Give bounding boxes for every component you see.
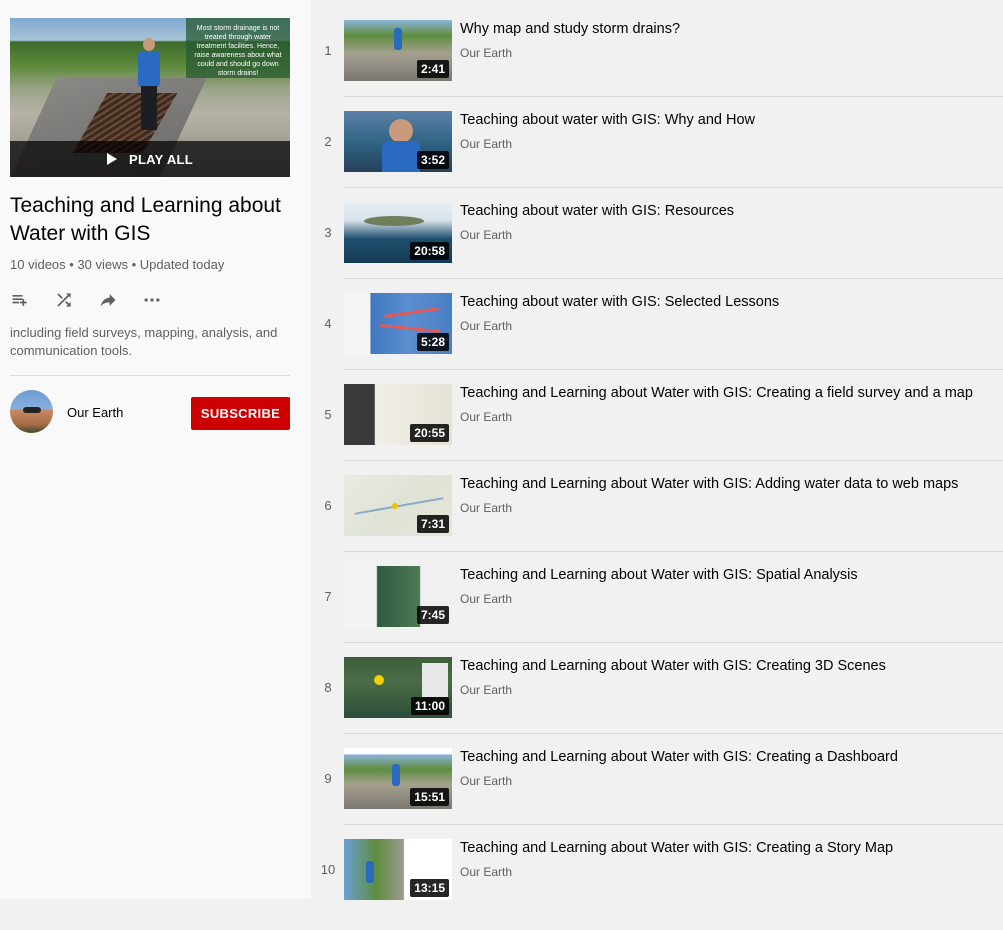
video-thumbnail[interactable]: 15:51 bbox=[344, 748, 452, 809]
duration-badge: 15:51 bbox=[410, 788, 449, 806]
video-row[interactable]: 1 2:41 Why map and study storm drains? O… bbox=[312, 20, 1003, 111]
play-all-button[interactable]: PLAY ALL bbox=[10, 141, 290, 177]
video-thumbnail[interactable]: 3:52 bbox=[344, 111, 452, 172]
video-thumbnail[interactable]: 2:41 bbox=[344, 20, 452, 81]
video-list: 1 2:41 Why map and study storm drains? O… bbox=[312, 0, 1003, 900]
more-actions-button[interactable] bbox=[142, 290, 186, 310]
playlist-sidebar: Most storm drainage is not treated throu… bbox=[0, 0, 311, 899]
video-thumbnail[interactable]: 7:31 bbox=[344, 475, 452, 536]
video-row[interactable]: 9 15:51 Teaching and Learning about Wate… bbox=[312, 748, 1003, 839]
playlist-stats: 10 videos • 30 views • Updated today bbox=[10, 257, 225, 272]
row-separator bbox=[344, 460, 1003, 461]
duration-badge: 3:52 bbox=[416, 151, 449, 169]
video-channel[interactable]: Our Earth bbox=[460, 228, 512, 242]
video-thumbnail[interactable]: 7:45 bbox=[344, 566, 452, 627]
duration-badge: 7:31 bbox=[416, 515, 449, 533]
share-icon bbox=[100, 294, 116, 307]
video-thumbnail[interactable]: 5:28 bbox=[344, 293, 452, 354]
video-title[interactable]: Teaching about water with GIS: Why and H… bbox=[460, 111, 1000, 129]
video-channel[interactable]: Our Earth bbox=[460, 683, 512, 697]
shuffle-button[interactable] bbox=[54, 290, 98, 310]
row-separator bbox=[344, 733, 1003, 734]
video-index: 6 bbox=[324, 498, 332, 513]
video-index: 5 bbox=[324, 407, 332, 422]
video-channel[interactable]: Our Earth bbox=[460, 319, 512, 333]
video-index: 9 bbox=[324, 771, 332, 786]
video-title[interactable]: Teaching and Learning about Water with G… bbox=[460, 839, 1000, 857]
video-index: 8 bbox=[324, 680, 332, 695]
video-channel[interactable]: Our Earth bbox=[460, 501, 512, 515]
duration-badge: 20:55 bbox=[410, 424, 449, 442]
row-separator bbox=[344, 96, 1003, 97]
video-row[interactable]: 7 7:45 Teaching and Learning about Water… bbox=[312, 566, 1003, 657]
row-separator bbox=[344, 642, 1003, 643]
video-index: 1 bbox=[324, 43, 332, 58]
video-index: 2 bbox=[324, 134, 332, 149]
duration-badge: 7:45 bbox=[416, 606, 449, 624]
video-index: 3 bbox=[324, 225, 332, 240]
video-title[interactable]: Teaching and Learning about Water with G… bbox=[460, 748, 1000, 766]
duration-badge: 13:15 bbox=[410, 879, 449, 897]
playlist-add-button[interactable] bbox=[10, 290, 54, 310]
channel-avatar[interactable] bbox=[10, 390, 53, 433]
video-title[interactable]: Why map and study storm drains? bbox=[460, 20, 1000, 38]
video-channel[interactable]: Our Earth bbox=[460, 410, 512, 424]
row-separator bbox=[344, 187, 1003, 188]
video-title[interactable]: Teaching and Learning about Water with G… bbox=[460, 384, 1000, 402]
divider bbox=[10, 375, 290, 376]
video-row[interactable]: 2 3:52 Teaching about water with GIS: Wh… bbox=[312, 111, 1003, 202]
duration-badge: 2:41 bbox=[416, 60, 449, 78]
video-thumbnail[interactable]: 11:00 bbox=[344, 657, 452, 718]
hero-person bbox=[136, 38, 162, 130]
video-title[interactable]: Teaching and Learning about Water with G… bbox=[460, 475, 1000, 493]
video-title[interactable]: Teaching about water with GIS: Selected … bbox=[460, 293, 1000, 311]
more-icon bbox=[144, 298, 160, 302]
play-icon bbox=[106, 153, 117, 165]
video-row[interactable]: 8 11:00 Teaching and Learning about Wate… bbox=[312, 657, 1003, 748]
share-button[interactable] bbox=[98, 290, 142, 310]
subscribe-button[interactable]: SUBSCRIBE bbox=[191, 397, 290, 430]
playlist-thumbnail[interactable]: Most storm drainage is not treated throu… bbox=[10, 18, 290, 177]
video-row[interactable]: 4 5:28 Teaching about water with GIS: Se… bbox=[312, 293, 1003, 384]
video-title[interactable]: Teaching about water with GIS: Resources bbox=[460, 202, 1000, 220]
playlist-add-icon bbox=[12, 295, 27, 306]
playlist-title: Teaching and Learning about Water with G… bbox=[10, 194, 281, 245]
row-separator bbox=[344, 369, 1003, 370]
video-title[interactable]: Teaching and Learning about Water with G… bbox=[460, 566, 1000, 584]
video-index: 10 bbox=[320, 862, 336, 877]
video-title[interactable]: Teaching and Learning about Water with G… bbox=[460, 657, 1000, 675]
video-row[interactable]: 6 7:31 Teaching and Learning about Water… bbox=[312, 475, 1003, 566]
row-separator bbox=[344, 824, 1003, 825]
video-thumbnail[interactable]: 13:15 bbox=[344, 839, 452, 900]
playlist-actions bbox=[10, 290, 186, 310]
duration-badge: 20:58 bbox=[410, 242, 449, 260]
duration-badge: 5:28 bbox=[416, 333, 449, 351]
shuffle-icon bbox=[57, 293, 71, 307]
hero-overlay-text: Most storm drainage is not treated throu… bbox=[186, 18, 290, 78]
video-channel[interactable]: Our Earth bbox=[460, 774, 512, 788]
video-row[interactable]: 3 20:58 Teaching about water with GIS: R… bbox=[312, 202, 1003, 293]
video-channel[interactable]: Our Earth bbox=[460, 46, 512, 60]
playlist-description: including field surveys, mapping, analys… bbox=[10, 325, 278, 358]
video-index: 4 bbox=[324, 316, 332, 331]
play-all-label: PLAY ALL bbox=[128, 151, 194, 167]
video-thumbnail[interactable]: 20:58 bbox=[344, 202, 452, 263]
video-thumbnail[interactable]: 20:55 bbox=[344, 384, 452, 445]
video-row[interactable]: 5 20:55 Teaching and Learning about Wate… bbox=[312, 384, 1003, 475]
video-row[interactable]: 10 13:15 Teaching and Learning about Wat… bbox=[312, 839, 1003, 930]
video-index: 7 bbox=[324, 589, 332, 604]
duration-badge: 11:00 bbox=[410, 697, 449, 715]
row-separator bbox=[344, 278, 1003, 279]
video-channel[interactable]: Our Earth bbox=[460, 592, 512, 606]
video-channel[interactable]: Our Earth bbox=[460, 137, 512, 151]
video-channel[interactable]: Our Earth bbox=[460, 865, 512, 879]
row-separator bbox=[344, 551, 1003, 552]
channel-name-link[interactable]: Our Earth bbox=[67, 405, 123, 420]
